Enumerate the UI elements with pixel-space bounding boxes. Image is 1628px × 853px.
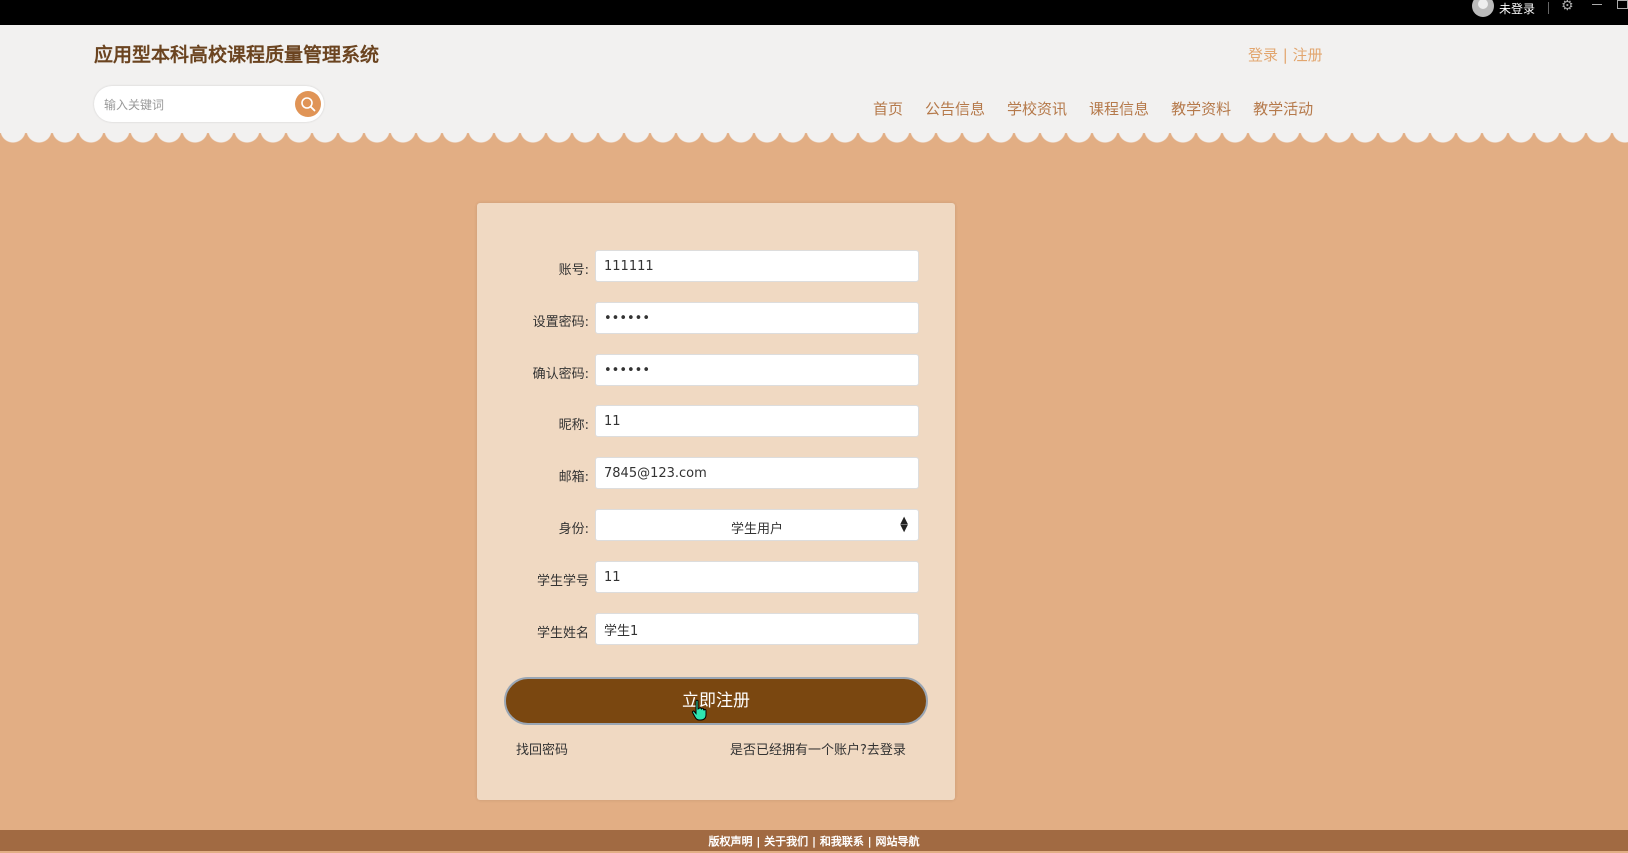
nav-courses[interactable]: 课程信息 xyxy=(1089,98,1149,119)
identity-select[interactable]: 学生用户 ▲ ▼ xyxy=(595,509,919,541)
nav-announcements[interactable]: 公告信息 xyxy=(925,98,985,119)
identity-selected-value: 学生用户 xyxy=(730,522,783,537)
footer-links[interactable]: 版权声明 | 关于我们 | 和我联系 | 网站导航 xyxy=(708,835,919,848)
nav-teaching-materials[interactable]: 教学资料 xyxy=(1171,98,1231,119)
search-button[interactable] xyxy=(295,91,321,117)
student-id-row: 学生学号 xyxy=(477,561,955,595)
nickname-row: 昵称: xyxy=(477,405,955,439)
maximize-icon[interactable] xyxy=(1617,0,1628,9)
nav-teaching-activities[interactable]: 教学活动 xyxy=(1253,98,1313,119)
confirm-password-row: 确认密码: xyxy=(477,354,955,388)
password-label: 设置密码: xyxy=(532,315,589,330)
student-id-input[interactable] xyxy=(595,561,919,593)
login-link[interactable]: 登录 xyxy=(1248,46,1278,64)
site-footer: 版权声明 | 关于我们 | 和我联系 | 网站导航 xyxy=(0,830,1628,851)
site-title: 应用型本科高校课程质量管理系统 xyxy=(94,44,380,66)
register-form-card: 账号: 设置密码: 确认密码: 昵称: 邮箱: 身份: 学生用户 ▲▼ 学生学号… xyxy=(477,203,955,800)
nickname-label: 昵称: xyxy=(558,418,589,433)
student-name-input[interactable] xyxy=(595,613,919,645)
register-submit-button[interactable]: 立即注册 xyxy=(504,677,928,725)
user-status[interactable]: 未登录 xyxy=(1472,0,1536,17)
account-input[interactable] xyxy=(595,250,919,282)
student-id-label: 学生学号 xyxy=(536,574,589,589)
hand-cursor-icon xyxy=(691,699,707,721)
confirm-password-input[interactable] xyxy=(595,354,919,386)
nav-home[interactable]: 首页 xyxy=(873,98,903,119)
go-login-link[interactable]: 是否已经拥有一个账户?去登录 xyxy=(730,739,906,758)
user-status-label: 未登录 xyxy=(1499,1,1536,16)
password-input[interactable] xyxy=(595,302,919,334)
forgot-password-link[interactable]: 找回密码 xyxy=(516,739,568,758)
search-input[interactable] xyxy=(102,94,286,116)
account-row: 账号: xyxy=(477,250,955,284)
main-nav: 首页 公告信息 学校资讯 课程信息 教学资料 教学活动 xyxy=(873,98,1335,119)
nav-school-news[interactable]: 学校资讯 xyxy=(1007,98,1067,119)
nickname-input[interactable] xyxy=(595,405,919,437)
gear-icon[interactable]: ⚙ xyxy=(1561,0,1574,14)
register-link[interactable]: 注册 xyxy=(1293,46,1323,64)
password-row: 设置密码: xyxy=(477,302,955,336)
student-name-label: 学生姓名 xyxy=(536,626,589,641)
confirm-password-label: 确认密码: xyxy=(532,367,589,382)
search-icon xyxy=(301,97,316,112)
search-box xyxy=(94,86,324,122)
system-title-bar: 未登录 ⚙ xyxy=(0,0,1628,25)
auth-separator: | xyxy=(1282,46,1288,64)
account-label: 账号: xyxy=(558,263,589,278)
email-row: 邮箱: xyxy=(477,457,955,491)
student-name-row: 学生姓名 xyxy=(477,613,955,647)
auth-links: 登录 | 注册 xyxy=(1248,44,1323,65)
select-arrow-icon: ▲ ▼ xyxy=(900,515,908,534)
avatar-icon xyxy=(1472,0,1494,17)
wave-divider xyxy=(0,132,1628,150)
divider xyxy=(1548,2,1549,14)
email-input[interactable] xyxy=(595,457,919,489)
identity-label: 身份: xyxy=(558,522,589,537)
email-label: 邮箱: xyxy=(558,470,589,485)
minimize-icon[interactable] xyxy=(1592,4,1602,5)
identity-row: 身份: 学生用户 ▲ ▼ xyxy=(477,509,955,543)
